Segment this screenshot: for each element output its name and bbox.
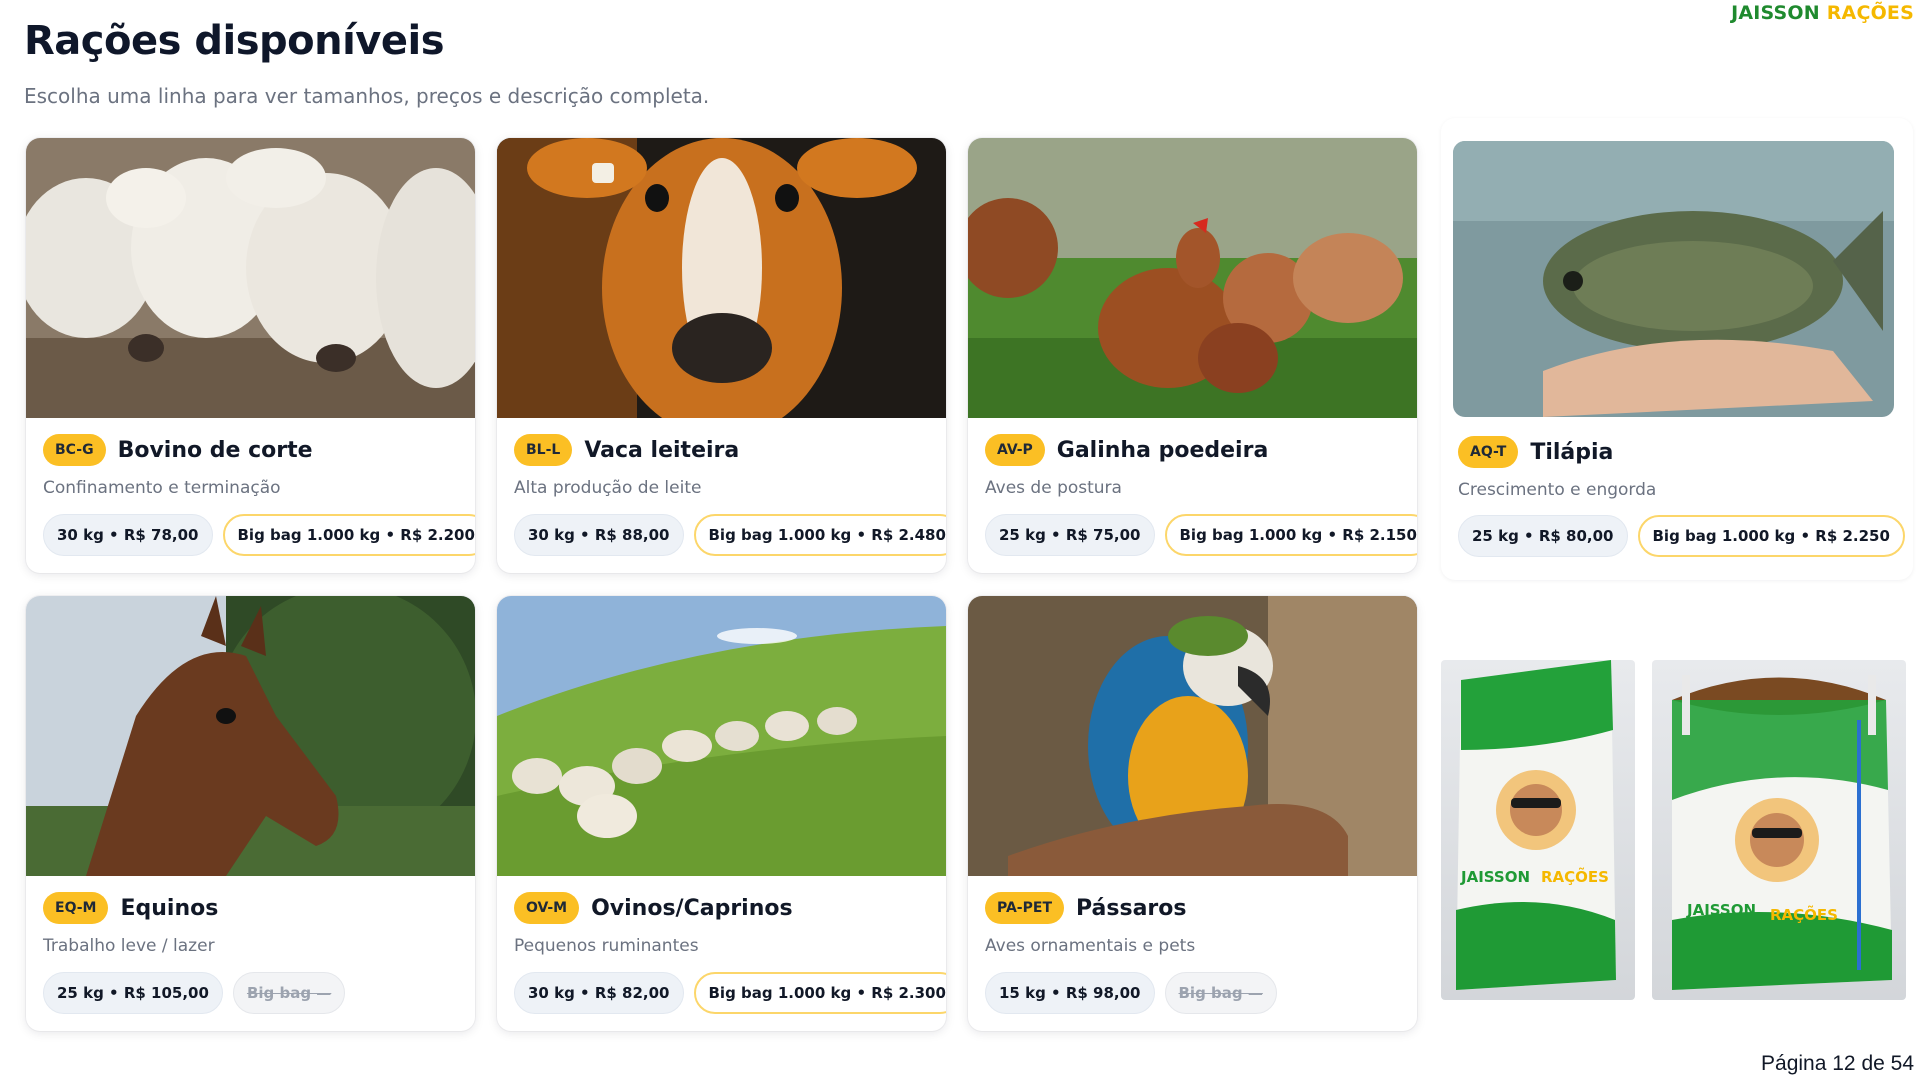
product-card-equinos[interactable]: EQ-M Equinos Trabalho leve / lazer 25 kg… [26, 596, 475, 1031]
product-card-ovinos-caprinos[interactable]: OV-M Ovinos/Caprinos Pequenos ruminantes… [497, 596, 946, 1031]
product-title: Galinha poedeira [1056, 437, 1269, 463]
size-chip-big-bag[interactable]: Big bag 1.000 kg • R$ 2.300 [693, 972, 946, 1014]
big-bag-brand-word2: RAÇÕES [1770, 905, 1838, 924]
product-description: Aves de postura [985, 478, 1122, 498]
laying-hens-photo [968, 138, 1417, 418]
size-chip-big-bag[interactable]: Big bag 1.000 kg • R$ 2.250 [1637, 515, 1905, 557]
nelore-cattle-photo [26, 138, 475, 418]
product-card-vaca-leiteira[interactable]: BL-L Vaca leiteira Alta produção de leit… [497, 138, 946, 573]
jersey-cow-photo [497, 138, 946, 418]
brand-logo-word2: RAÇÕES [1826, 2, 1914, 24]
product-code-badge: AV-P [985, 434, 1045, 466]
product-card-galinha-poedeira[interactable]: AV-P Galinha poedeira Aves de postura 25… [968, 138, 1417, 573]
product-code-badge: OV-M [514, 892, 580, 924]
product-code-badge: AQ-T [1458, 436, 1519, 468]
product-card-passaros[interactable]: PA-PET Pássaros Aves ornamentais e pets … [968, 596, 1417, 1031]
brand-logo: JAISSON RAÇÕES [1731, 2, 1914, 24]
big-bag-brand-word1: JAISSON [1686, 901, 1756, 919]
size-chip-big-bag[interactable]: Big bag 1.000 kg • R$ 2.150 [1164, 514, 1417, 556]
product-title: Vaca leiteira [584, 437, 740, 463]
big-bag-image: JAISSON RAÇÕES [1652, 660, 1906, 1000]
product-code-badge: BC-G [43, 434, 106, 466]
size-chip-small[interactable]: 25 kg • R$ 75,00 [985, 514, 1155, 556]
brand-logo-word1: JAISSON [1731, 2, 1820, 24]
size-chip-big-bag-unavailable: Big bag — [232, 972, 346, 1014]
tilapia-photo [1453, 141, 1894, 417]
product-card-tilapia[interactable]: AQ-T Tilápia Crescimento e engorda 25 kg… [1441, 118, 1913, 580]
product-card-bovino-corte[interactable]: BC-G Bovino de corte Confinamento e term… [26, 138, 475, 573]
feed-sack-image: JAISSON RAÇÕES [1441, 660, 1635, 1000]
macaw-photo [968, 596, 1417, 876]
size-chip-small[interactable]: 25 kg • R$ 80,00 [1458, 515, 1628, 557]
product-description: Pequenos ruminantes [514, 936, 699, 956]
feed-sack-brand-word2: RAÇÕES [1541, 867, 1609, 886]
size-chip-big-bag-unavailable: Big bag — [1164, 972, 1277, 1014]
product-description: Alta produção de leite [514, 478, 702, 498]
product-title: Bovino de corte [117, 437, 313, 463]
product-description: Trabalho leve / lazer [43, 936, 215, 956]
product-code-badge: BL-L [514, 434, 573, 466]
size-chip-small[interactable]: 30 kg • R$ 78,00 [43, 514, 213, 556]
size-chip-small[interactable]: 25 kg • R$ 105,00 [43, 972, 223, 1014]
feed-sack-brand-word1: JAISSON [1460, 868, 1530, 886]
product-code-badge: PA-PET [985, 892, 1064, 924]
sheep-flock-photo [497, 596, 946, 876]
product-description: Crescimento e engorda [1458, 480, 1657, 500]
size-chip-small[interactable]: 30 kg • R$ 88,00 [514, 514, 684, 556]
product-code-badge: EQ-M [43, 892, 109, 924]
product-title: Ovinos/Caprinos [591, 895, 793, 921]
product-title: Tilápia [1530, 439, 1614, 465]
product-description: Aves ornamentais e pets [985, 936, 1196, 956]
size-chip-big-bag[interactable]: Big bag 1.000 kg • R$ 2.200 [222, 514, 475, 556]
horse-photo [26, 596, 475, 876]
page-title: Rações disponíveis [24, 18, 445, 64]
size-chip-big-bag[interactable]: Big bag 1.000 kg • R$ 2.480 [693, 514, 946, 556]
size-chip-small[interactable]: 30 kg • R$ 82,00 [514, 972, 684, 1014]
product-description: Confinamento e terminação [43, 478, 281, 498]
page-subtitle: Escolha uma linha para ver tamanhos, pre… [24, 84, 710, 108]
size-chip-small[interactable]: 15 kg • R$ 98,00 [985, 972, 1155, 1014]
product-title: Pássaros [1076, 895, 1187, 921]
page-number: Página 12 de 54 [1761, 1052, 1914, 1075]
product-title: Equinos [120, 895, 219, 921]
